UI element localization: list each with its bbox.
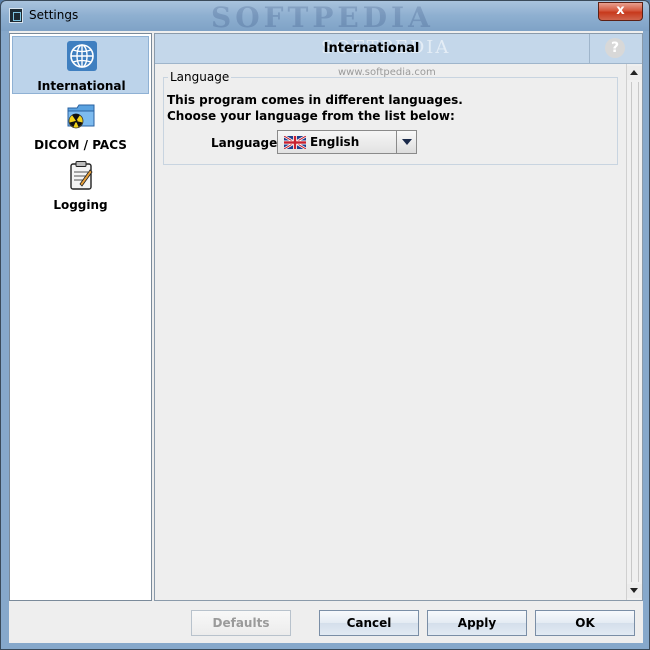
help-icon: ? (605, 38, 625, 58)
sidebar-item-label: DICOM / PACS (34, 138, 127, 152)
settings-window: Settings SOFTPEDIA x International DICOM… (0, 0, 650, 650)
scroll-down-icon[interactable] (627, 584, 642, 598)
ok-button[interactable]: OK (535, 610, 635, 636)
globe-icon (67, 41, 97, 71)
sidebar-item-dicom-pacs[interactable]: DICOM / PACS (12, 96, 149, 154)
settings-sidebar: International DICOM / PACS Logging (9, 33, 152, 601)
chevron-down-icon[interactable] (396, 131, 416, 153)
sidebar-item-label: International (37, 79, 126, 93)
app-icon (9, 8, 23, 23)
sidebar-item-logging[interactable]: Logging (12, 156, 149, 214)
group-legend: Language (168, 70, 232, 84)
dialog-content: International DICOM / PACS Logging SOFTP… (9, 31, 643, 643)
uk-flag-icon (284, 136, 306, 149)
cancel-button[interactable]: Cancel (319, 610, 419, 636)
settings-panel: SOFTPEDIA International ? www.softpedia.… (154, 33, 643, 601)
vertical-scrollbar[interactable] (626, 64, 642, 600)
language-group: Language This program comes in different… (163, 70, 618, 165)
clipboard-icon (70, 161, 93, 190)
scroll-up-icon[interactable] (627, 66, 642, 80)
language-label: Language (211, 136, 278, 150)
sidebar-item-international[interactable]: International (12, 36, 149, 94)
sidebar-item-label: Logging (53, 198, 108, 212)
scroll-track[interactable] (631, 82, 639, 582)
close-button[interactable]: x (598, 2, 643, 21)
panel-title: International (323, 41, 420, 56)
panel-header: SOFTPEDIA International ? (155, 34, 642, 64)
language-select[interactable]: English (277, 130, 417, 154)
folder-radiation-icon (67, 104, 95, 129)
selected-language: English (310, 135, 360, 149)
description-line-2: Choose your language from the list below… (167, 109, 455, 123)
watermark: SOFTPEDIA (211, 1, 434, 34)
apply-button[interactable]: Apply (427, 610, 527, 636)
window-title: Settings (29, 8, 79, 22)
defaults-button[interactable]: Defaults (191, 610, 291, 636)
help-button[interactable]: ? (589, 34, 642, 63)
title-bar[interactable]: Settings SOFTPEDIA x (1, 1, 649, 34)
description-line-1: This program comes in different language… (167, 93, 463, 107)
